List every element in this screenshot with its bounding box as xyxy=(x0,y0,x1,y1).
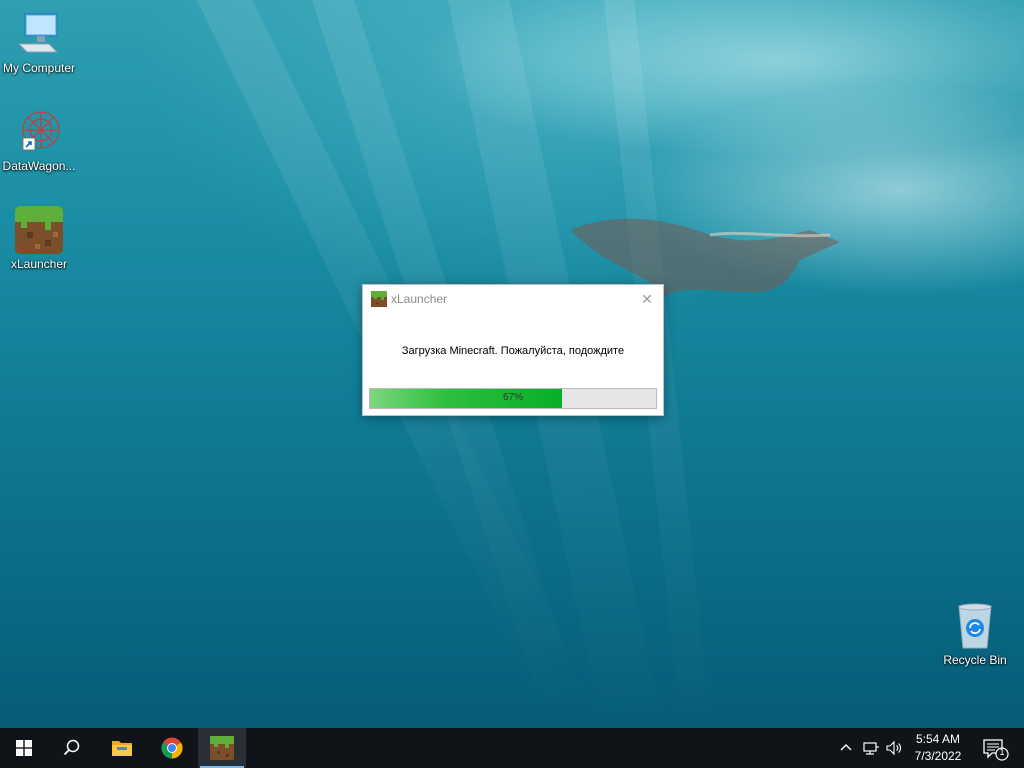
desktop-icon-label: xLauncher xyxy=(10,257,68,271)
progress-label: 67% xyxy=(502,392,523,403)
show-hidden-icons-button[interactable] xyxy=(836,738,856,758)
minecraft-grass-icon xyxy=(15,206,63,254)
speaker-icon xyxy=(886,740,901,756)
network-icon xyxy=(863,742,879,755)
volume-button[interactable] xyxy=(884,738,904,758)
desktop-icon-label: DataWagon... xyxy=(2,159,76,173)
taskbar-file-explorer[interactable] xyxy=(98,728,146,768)
dialog-titlebar[interactable]: xLauncher ✕ xyxy=(363,285,663,313)
taskbar-xlauncher[interactable] xyxy=(198,728,246,768)
taskbar-chrome[interactable] xyxy=(148,728,196,768)
clock-time: 5:54 AM xyxy=(915,732,961,746)
datawagon-icon xyxy=(15,108,63,156)
start-button[interactable] xyxy=(0,728,48,768)
clock-date: 7/3/2022 xyxy=(914,749,962,763)
notification-icon xyxy=(983,739,1009,761)
close-icon: ✕ xyxy=(641,291,653,307)
close-button[interactable]: ✕ xyxy=(637,289,657,309)
dialog-title: xLauncher xyxy=(391,292,448,306)
taskbar: 5:54 AM 7/3/2022 1 xyxy=(0,728,1024,768)
desktop-icon-xlauncher[interactable]: xLauncher xyxy=(1,206,77,271)
desktop-icon-label: My Computer xyxy=(2,61,76,75)
dialog-message: Загрузка Minecraft. Пожалуйста, подождит… xyxy=(401,345,625,357)
progress-bar: 67% xyxy=(369,388,657,409)
search-icon xyxy=(63,739,80,756)
desktop-icon-label: Recycle Bin xyxy=(943,653,1007,667)
desktop-icon-datawagon[interactable]: DataWagon... xyxy=(1,108,77,173)
action-center-button[interactable]: 1 xyxy=(978,732,1012,764)
chrome-icon xyxy=(161,737,183,759)
xlauncher-dialog: xLauncher ✕ Загрузка Minecraft. Пожалуйс… xyxy=(362,284,664,416)
desktop-icon-my-computer[interactable]: My Computer xyxy=(1,10,77,75)
minecraft-grass-icon xyxy=(371,291,387,307)
search-button[interactable] xyxy=(48,728,96,768)
recycle-bin-icon xyxy=(951,602,999,650)
network-button[interactable] xyxy=(861,738,881,758)
taskbar-clock[interactable]: 5:54 AM 7/3/2022 xyxy=(906,731,970,765)
file-explorer-icon xyxy=(112,741,132,756)
desktop-icon-recycle-bin[interactable]: Recycle Bin xyxy=(937,602,1013,667)
computer-icon xyxy=(15,10,63,58)
chevron-up-icon xyxy=(840,744,852,751)
notification-count: 1 xyxy=(999,747,1005,757)
windows-start-icon xyxy=(16,740,32,756)
xlauncher-icon xyxy=(210,736,234,760)
